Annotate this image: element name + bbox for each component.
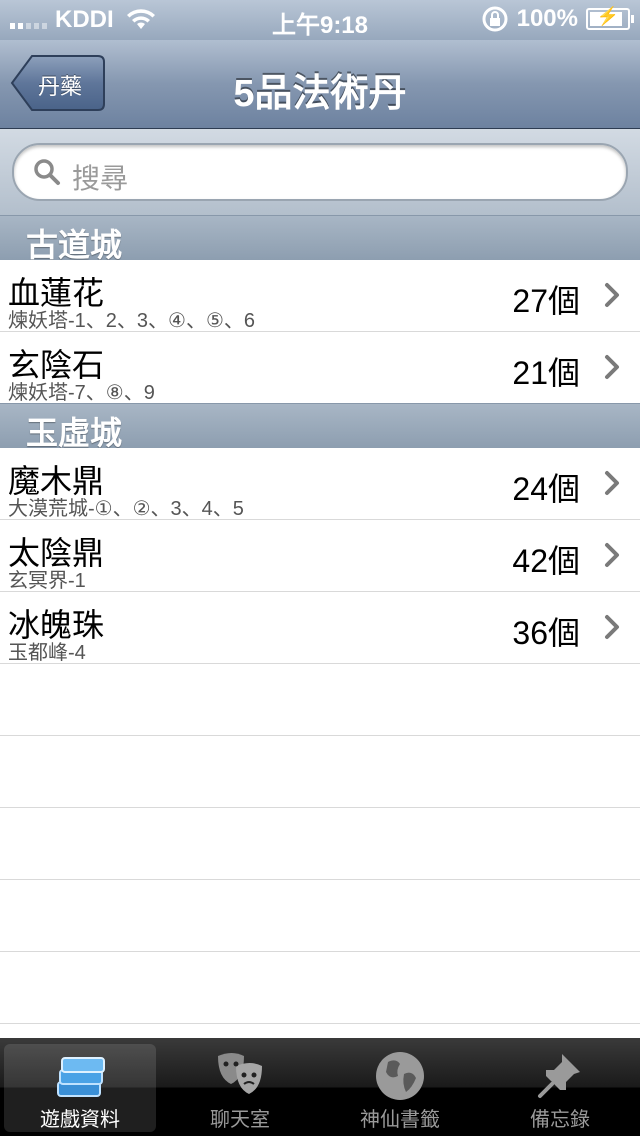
page-title: 5品法術丹 [233,73,407,115]
pushpin-icon [538,1054,580,1098]
globe-icon [376,1052,424,1100]
item-subtitle: 玄冥界-1 [8,570,86,592]
status-bar: KDDI 上午9:18 100% ⚡ [0,0,640,40]
empty-row [0,808,640,880]
chevron-right-icon [605,615,619,639]
stack-icon [57,1057,105,1097]
list-item[interactable]: 玄陰石 煉妖塔-7、⑧、9 21個 [0,332,640,404]
item-subtitle: 大漠荒城-①、②、3、4、5 [8,498,244,520]
tab-label: 神仙書籤 [360,1109,440,1131]
tab-bookmarks[interactable]: 神仙書籤 [320,1038,480,1136]
search-placeholder: 搜尋 [72,163,129,194]
empty-row [0,664,640,736]
item-count: 27個 [512,283,580,319]
tab-bar: 遊戲資料 聊天室 神仙書籤 備忘錄 [0,1038,640,1136]
empty-row [0,880,640,952]
item-count: 36個 [512,615,580,651]
list-item[interactable]: 血蓮花 煉妖塔-1、2、3、④、⑤、6 27個 [0,260,640,332]
tab-label: 備忘錄 [530,1109,590,1131]
item-count: 24個 [512,471,580,507]
masks-icon [218,1053,262,1094]
chevron-right-icon [605,355,619,379]
item-count: 21個 [512,355,580,391]
chevron-right-icon [605,543,619,567]
tab-notes[interactable]: 備忘錄 [480,1038,640,1136]
list-item[interactable]: 太陰鼎 玄冥界-1 42個 [0,520,640,592]
tab-chat-room[interactable]: 聊天室 [160,1038,320,1136]
list-item[interactable]: 魔木鼎 大漠荒城-①、②、3、4、5 24個 [0,448,640,520]
tab-label: 聊天室 [210,1109,270,1131]
chevron-right-icon [605,283,619,307]
list-item[interactable]: 冰魄珠 玉都峰-4 36個 [0,592,640,664]
tab-label: 遊戲資料 [40,1109,120,1131]
navigation-bar: 丹藥 5品法術丹 [0,40,640,129]
item-subtitle: 煉妖塔-1、2、3、④、⑤、6 [8,310,256,332]
chevron-right-icon [605,471,619,495]
battery-icon: ⚡ [586,6,634,30]
empty-row [0,736,640,808]
search-bar: 搜尋 [0,129,640,216]
section-header: 古道城 [0,215,640,263]
search-input[interactable]: 搜尋 [12,143,628,201]
search-icon [34,159,60,185]
empty-row [0,952,640,1024]
rotation-lock-icon [482,6,508,32]
battery-percent: 100% [516,5,578,32]
section-header: 玉虛城 [0,403,640,451]
item-count: 42個 [512,543,580,579]
item-subtitle: 玉都峰-4 [8,642,86,664]
tab-game-data[interactable]: 遊戲資料 [0,1038,160,1136]
item-subtitle: 煉妖塔-7、⑧、9 [8,382,155,404]
